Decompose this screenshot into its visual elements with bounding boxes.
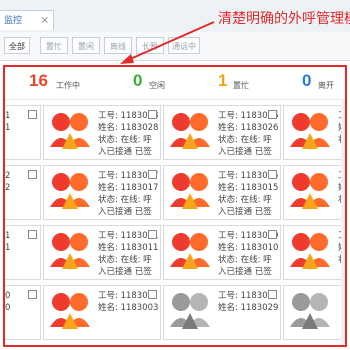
agent-info: 118301118301空闲 [5, 110, 11, 146]
agent-select-checkbox[interactable] [28, 290, 37, 299]
agent-select-checkbox[interactable] [268, 230, 277, 239]
agent-info-line: 姓名: 1183010 [218, 243, 279, 253]
agent-monitor-panel: 16 工作中 0 空闲 1 置忙 0 离开 118301118301空闲工号: … [3, 65, 347, 347]
agent-card[interactable]: 工号: 1183026 姓名: 1183026 状态: 在线: 呼入已接通 已签 [163, 105, 281, 160]
agent-info-line: 118301 [5, 111, 11, 121]
agent-info-line: 姓名: 1183011 [98, 243, 159, 253]
agent-card[interactable]: 工号: 1183011 姓名: 1183011 状态: 在线: 呼入已接通 已签 [43, 225, 161, 280]
status-summary: 16 工作中 0 空闲 1 置忙 0 离开 [5, 67, 345, 100]
stat-busy-label: 置忙 [233, 81, 249, 90]
agent-select-checkbox[interactable] [148, 110, 157, 119]
agent-select-checkbox[interactable] [268, 290, 277, 299]
agent-info-line: 状态: 在线: 呼 [218, 195, 272, 205]
agent-card[interactable]: 工号姓名状态 [283, 105, 345, 160]
agent-card[interactable]: 工号姓名状态 [283, 165, 345, 220]
agent-info-line: 姓名: 1183028 [98, 123, 159, 133]
agent-info-line: 状态: 在线: 呼 [218, 135, 272, 145]
agent-avatar-icon [49, 291, 91, 335]
agent-info-line: 姓名: 1183029 [218, 303, 279, 313]
agent-card[interactable]: 118301118301空闲 [5, 105, 41, 160]
agent-info-line: 状态: 在线: 呼 [98, 255, 152, 265]
stat-idle-label: 空闲 [149, 81, 165, 90]
agent-info-line: 入已接通 已签 [218, 147, 272, 157]
agent-info-line: 118301 [5, 243, 11, 253]
agent-info-line: 已签 [5, 194, 10, 206]
agent-avatar-icon [49, 231, 91, 275]
tab-monitor[interactable]: 监控 × [0, 10, 54, 30]
agent-info-line: 空闲 [5, 134, 10, 146]
filter-long-pause-button[interactable]: 长暂 [136, 37, 164, 54]
agent-avatar-icon [289, 291, 331, 335]
stat-away-label: 离开 [318, 81, 334, 90]
agent-select-checkbox[interactable] [148, 170, 157, 179]
agent-select-checkbox[interactable] [268, 170, 277, 179]
agent-avatar-icon [169, 291, 211, 335]
agent-info: 118301118301已签 [5, 230, 11, 266]
agent-select-checkbox[interactable] [148, 230, 157, 239]
agent-card[interactable]: 118302118302已签 [5, 165, 41, 220]
agent-select-checkbox[interactable] [28, 230, 37, 239]
agent-info-line: 入已接通 已签 [98, 267, 152, 277]
filter-offline-button[interactable]: 离线 [104, 37, 132, 54]
agent-select-checkbox[interactable] [268, 110, 277, 119]
agent-card[interactable]: 工号: 1183010 姓名: 1183010 状态: 在线: 呼入已接通 已签 [163, 225, 281, 280]
agent-card[interactable]: 工号: 1183028 姓名: 1183028 状态: 在线: 呼入已接通 已签 [43, 105, 161, 160]
stat-idle-count: 0 [133, 71, 143, 90]
filter-all-button[interactable]: 全部 [4, 37, 30, 54]
agent-card[interactable]: 工号: 1183017 姓名: 1183017 状态: 在线: 呼入已接通 已签 [43, 165, 161, 220]
agent-info-line: 118300 [5, 303, 11, 313]
agent-select-checkbox[interactable] [28, 110, 37, 119]
agent-info-line: 已签 [5, 254, 10, 266]
agent-card[interactable] [283, 285, 345, 340]
agent-card[interactable]: 工号姓名状态 [283, 225, 345, 280]
agent-avatar-icon [49, 111, 91, 155]
agent-info-line: 入已接通 已签 [218, 207, 272, 217]
agent-info-line: 118302 [5, 171, 11, 181]
stat-busy-count: 1 [218, 71, 228, 90]
agent-select-checkbox[interactable] [28, 170, 37, 179]
agent-card[interactable]: 工号: 1183015 姓名: 1183015 状态: 在线: 呼入已接通 已签 [163, 165, 281, 220]
agent-info-line: 118301 [5, 123, 11, 133]
agent-card[interactable]: 工号: 118302 姓名: 1183029 [163, 285, 281, 340]
filter-bar: 全部 置忙 置闲 离线 长暂 通话中 [0, 32, 350, 61]
agent-info-line: 姓名: 1183015 [218, 183, 279, 193]
stat-working-label: 工作中 [56, 81, 80, 90]
agent-info-line: 姓名: 1183003 [98, 303, 159, 313]
filter-busy-button[interactable]: 置忙 [40, 37, 68, 54]
stat-away-count: 0 [302, 71, 312, 90]
agent-info-line: 姓名: 1183026 [218, 123, 279, 133]
stat-working-count: 16 [29, 71, 48, 90]
agent-avatar-icon [289, 111, 331, 155]
agent-info-line: 118300 [5, 291, 11, 301]
filter-in-call-button[interactable]: 通话中 [168, 37, 200, 54]
agent-info: 118300 118300 [5, 290, 11, 314]
agent-avatar-icon [49, 171, 91, 215]
agent-card[interactable]: 118301118301已签 [5, 225, 41, 280]
agent-avatar-icon [169, 231, 211, 275]
close-icon[interactable]: × [41, 11, 49, 31]
agent-info-line: 118301 [5, 231, 11, 241]
agent-avatar-icon [289, 171, 331, 215]
agent-info-line: 姓名: 1183017 [98, 183, 159, 193]
agent-info-line: 入已接通 已签 [98, 207, 152, 217]
agent-card[interactable]: 118300 118300 [5, 285, 41, 340]
agent-info-line: 入已接通 已签 [218, 267, 272, 277]
agent-info-line: 118302 [5, 183, 11, 193]
agent-avatar-icon [289, 231, 331, 275]
scrollbar[interactable] [341, 99, 345, 345]
tab-label: 监控 [4, 16, 23, 26]
agent-info-line: 状态: 在线: 呼 [98, 135, 152, 145]
agent-select-checkbox[interactable] [148, 290, 157, 299]
agent-info: 118302118302已签 [5, 170, 11, 206]
agent-info-line: 状态: 在线: 呼 [98, 195, 152, 205]
agent-avatar-icon [169, 111, 211, 155]
agent-card[interactable]: 工号: 118300 姓名: 1183003 [43, 285, 161, 340]
filter-idle-button[interactable]: 置闲 [72, 37, 100, 54]
annotation-text: 清楚明确的外呼管理模 [218, 11, 350, 27]
agent-info-line: 入已接通 已签 [98, 147, 152, 157]
agent-info-line: 状态: 在线: 呼 [218, 255, 272, 265]
agent-avatar-icon [169, 171, 211, 215]
